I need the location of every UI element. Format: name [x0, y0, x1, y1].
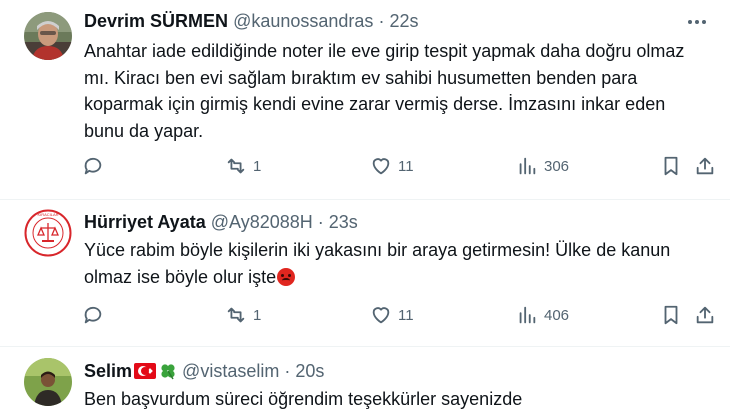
avatar[interactable] [24, 358, 72, 406]
share-button[interactable] [694, 153, 716, 179]
timestamp[interactable]: 20s [295, 361, 324, 381]
tweet-text: Yüce rabim böyle kişilerin iki yakasını … [84, 240, 671, 287]
share-icon [696, 157, 714, 175]
heart-icon [372, 307, 390, 324]
retweet-icon [227, 307, 245, 323]
avatar[interactable]: KİRACILAR [24, 209, 72, 257]
more-options-icon[interactable] [682, 12, 712, 32]
heart-icon [372, 158, 390, 175]
user-handle[interactable]: @kaunossandras [233, 11, 373, 31]
tweet-text-block: Yüce rabim böyle kişilerin iki yakasını … [84, 237, 704, 290]
tweet-header: Devrim SÜRMEN @kaunossandras · 22s [84, 10, 418, 32]
display-name[interactable]: Hürriyet Ayata [84, 212, 206, 232]
tweet-header: Selim @vistaselim · 20s [84, 360, 324, 382]
timestamp[interactable]: 22s [389, 11, 418, 31]
views-button[interactable]: 406 [516, 302, 569, 328]
like-count: 11 [398, 306, 414, 324]
avatar-text: KİRACILAR [37, 212, 58, 217]
avatar[interactable] [24, 12, 72, 60]
separator-dot: · [284, 361, 291, 381]
retweet-button[interactable]: 1 [225, 302, 261, 328]
like-button[interactable]: 11 [370, 153, 414, 179]
separator-dot: · [317, 212, 324, 232]
display-name[interactable]: Devrim SÜRMEN [84, 11, 228, 31]
reply-icon [84, 306, 102, 324]
analytics-icon [519, 157, 536, 175]
reply-button[interactable] [82, 153, 110, 179]
bookmark-icon [664, 156, 678, 176]
view-count: 306 [544, 157, 570, 175]
bookmark-button[interactable] [660, 302, 682, 328]
timestamp[interactable]: 23s [329, 212, 358, 232]
like-button[interactable]: 11 [370, 302, 414, 328]
retweet-count: 1 [253, 306, 262, 324]
four-leaf-clover-icon [161, 364, 175, 380]
reply-icon [84, 157, 102, 175]
tweet-text: Ben başvurdum süreci öğrendim teşekkürle… [84, 389, 523, 409]
angry-face-emoji-icon [277, 267, 296, 286]
views-button[interactable]: 306 [516, 153, 569, 179]
retweet-count: 1 [253, 157, 262, 175]
bookmark-button[interactable] [660, 153, 682, 179]
retweet-button[interactable]: 1 [225, 153, 261, 179]
user-handle[interactable]: @vistaselim [182, 361, 279, 381]
tweet-1[interactable]: Devrim SÜRMEN @kaunossandras · 22s Anaht… [0, 0, 730, 199]
reply-button[interactable] [82, 302, 110, 328]
retweet-icon [227, 158, 245, 174]
like-count: 11 [398, 157, 414, 175]
tweet-actions: 1 11 406 [80, 302, 720, 328]
share-icon [696, 306, 714, 324]
turkey-flag-icon [134, 363, 157, 379]
tweet-2[interactable]: KİRACILAR Hürriyet Ayata @Ay82088H · 23s… [0, 200, 730, 346]
display-name[interactable]: Selim [84, 361, 132, 381]
tweet-3[interactable]: Selim @vistaselim · 20s Ben başvurdum sü… [0, 347, 730, 420]
analytics-icon [519, 306, 536, 324]
tweet-actions: 1 11 306 [80, 153, 720, 179]
tweet-header: Hürriyet Ayata @Ay82088H · 23s [84, 211, 358, 233]
user-handle[interactable]: @Ay82088H [211, 212, 313, 232]
bookmark-icon [664, 305, 678, 325]
view-count: 406 [544, 306, 570, 324]
tweet-text: Anahtar iade edildiğinde noter ile eve g… [84, 41, 685, 141]
separator-dot: · [378, 11, 385, 31]
share-button[interactable] [694, 302, 716, 328]
